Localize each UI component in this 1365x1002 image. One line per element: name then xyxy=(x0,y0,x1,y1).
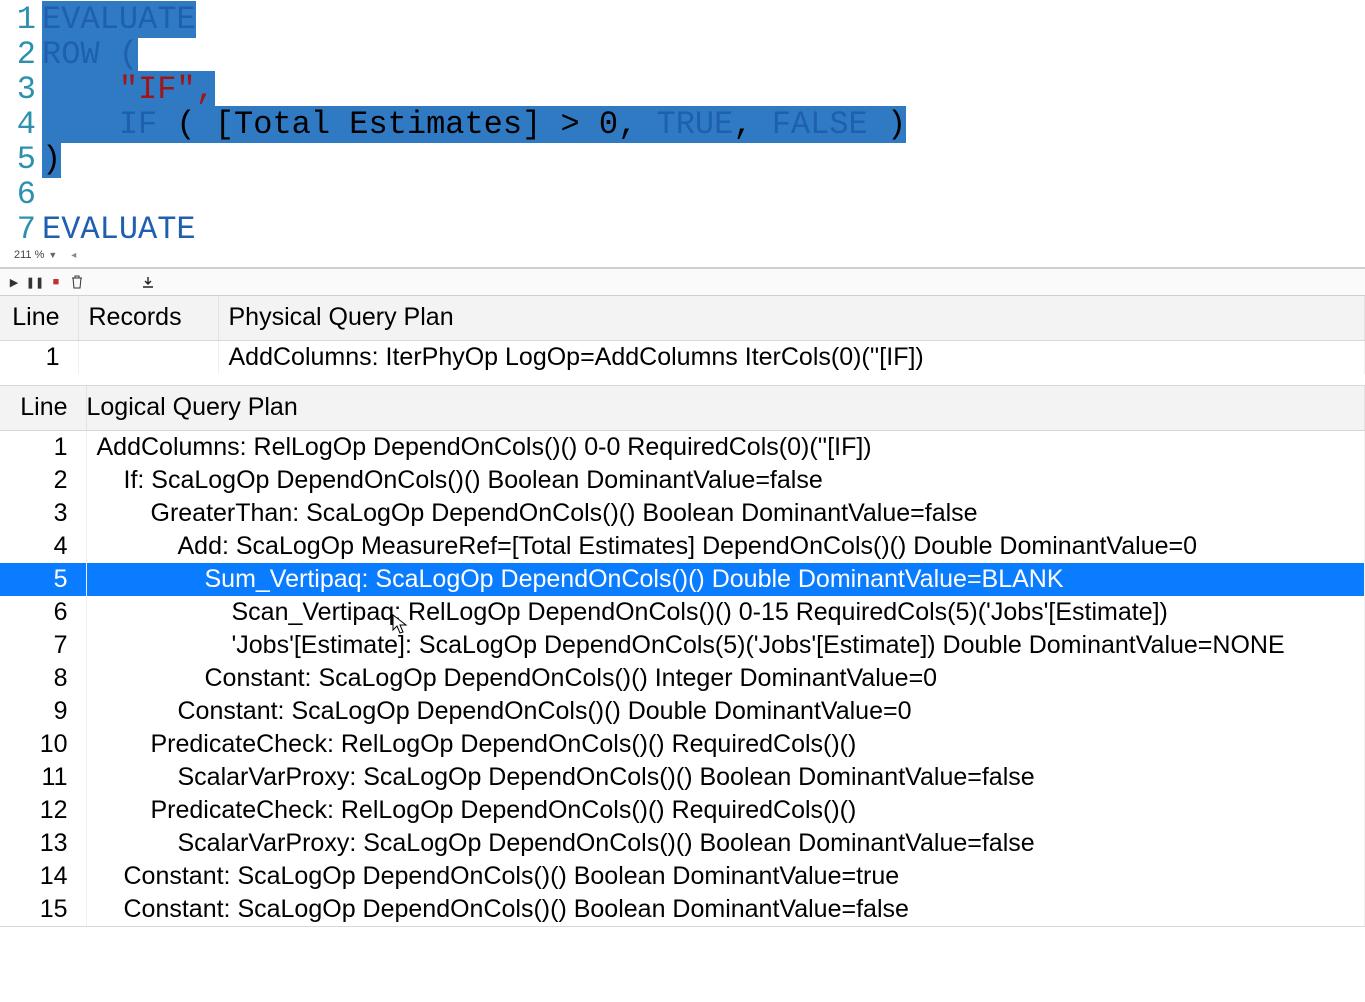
cell-plan: 'Jobs'[Estimate]: ScaLogOp DependOnCols(… xyxy=(86,629,1365,662)
cell-plan: Scan_Vertipaq: RelLogOp DependOnCols()()… xyxy=(86,596,1365,629)
logical-plan-table: Line Logical Query Plan 1AddColumns: Rel… xyxy=(0,386,1365,926)
stop-button[interactable]: ■ xyxy=(46,272,66,292)
table-row[interactable]: 6Scan_Vertipaq: RelLogOp DependOnCols()(… xyxy=(0,596,1365,629)
cell-line: 4 xyxy=(0,530,86,563)
cell-records xyxy=(78,340,218,374)
physical-plan-panel: Line Records Physical Query Plan 1 AddCol… xyxy=(0,296,1365,386)
table-row[interactable]: 13ScalarVarProxy: ScaLogOp DependOnCols(… xyxy=(0,827,1365,860)
cell-line: 5 xyxy=(0,563,86,596)
table-row[interactable]: 7'Jobs'[Estimate]: ScaLogOp DependOnCols… xyxy=(0,629,1365,662)
table-row[interactable]: 8Constant: ScaLogOp DependOnCols()() Int… xyxy=(0,662,1365,695)
table-row[interactable]: 9Constant: ScaLogOp DependOnCols()() Dou… xyxy=(0,695,1365,728)
cell-line: 10 xyxy=(0,728,86,761)
hscroll-left-icon[interactable]: ◂ xyxy=(71,250,76,261)
cell-plan: Add: ScaLogOp MeasureRef=[Total Estimate… xyxy=(86,530,1365,563)
download-button[interactable] xyxy=(138,272,158,292)
cell-line: 15 xyxy=(0,893,86,926)
col-records[interactable]: Records xyxy=(78,296,218,340)
table-row[interactable]: 11ScalarVarProxy: ScaLogOp DependOnCols(… xyxy=(0,761,1365,794)
cell-plan: Sum_Vertipaq: ScaLogOp DependOnCols()() … xyxy=(86,563,1365,596)
clear-button[interactable] xyxy=(67,272,87,292)
table-row[interactable]: 2If: ScaLogOp DependOnCols()() Boolean D… xyxy=(0,464,1365,497)
table-row[interactable]: 1AddColumns: RelLogOp DependOnCols()() 0… xyxy=(0,430,1365,464)
table-row[interactable]: 15Constant: ScaLogOp DependOnCols()() Bo… xyxy=(0,893,1365,926)
cell-line: 3 xyxy=(0,497,86,530)
cell-plan: Constant: ScaLogOp DependOnCols()() Inte… xyxy=(86,662,1365,695)
cell-line: 11 xyxy=(0,761,86,794)
logical-plan-header: Line Logical Query Plan xyxy=(0,386,1365,430)
chevron-down-icon[interactable]: ▼ xyxy=(46,250,59,260)
table-row[interactable]: 10PredicateCheck: RelLogOp DependOnCols(… xyxy=(0,728,1365,761)
editor-code[interactable]: EVALUATEROW ( "IF", IF ( [Total Estimate… xyxy=(42,2,1365,247)
cell-line: 1 xyxy=(0,430,86,464)
col-line[interactable]: Line xyxy=(0,386,86,430)
cell-plan: AddColumns: RelLogOp DependOnCols()() 0-… xyxy=(86,430,1365,464)
pause-button[interactable]: ❚❚ xyxy=(25,272,45,292)
table-row[interactable]: 3GreaterThan: ScaLogOp DependOnCols()() … xyxy=(0,497,1365,530)
col-line[interactable]: Line xyxy=(0,296,78,340)
table-row[interactable]: 5Sum_Vertipaq: ScaLogOp DependOnCols()()… xyxy=(0,563,1365,596)
cell-line: 2 xyxy=(0,464,86,497)
cell-line: 1 xyxy=(0,340,78,374)
play-button[interactable]: ▶ xyxy=(4,272,24,292)
cell-plan: ScalarVarProxy: ScaLogOp DependOnCols()(… xyxy=(86,761,1365,794)
cell-line: 13 xyxy=(0,827,86,860)
cell-line: 9 xyxy=(0,695,86,728)
dax-editor[interactable]: 1234567 EVALUATEROW ( "IF", IF ( [Total … xyxy=(0,0,1365,247)
col-plan[interactable]: Physical Query Plan xyxy=(218,296,1365,340)
physical-plan-header: Line Records Physical Query Plan xyxy=(0,296,1365,340)
cell-line: 14 xyxy=(0,860,86,893)
cell-plan: ScalarVarProxy: ScaLogOp DependOnCols()(… xyxy=(86,827,1365,860)
cell-plan: Constant: ScaLogOp DependOnCols()() Bool… xyxy=(86,893,1365,926)
table-row[interactable]: 4Add: ScaLogOp MeasureRef=[Total Estimat… xyxy=(0,530,1365,563)
cell-plan: PredicateCheck: RelLogOp DependOnCols()(… xyxy=(86,728,1365,761)
table-row[interactable]: 14Constant: ScaLogOp DependOnCols()() Bo… xyxy=(0,860,1365,893)
col-plan[interactable]: Logical Query Plan xyxy=(86,386,1365,430)
cell-line: 7 xyxy=(0,629,86,662)
table-row[interactable]: 12PredicateCheck: RelLogOp DependOnCols(… xyxy=(0,794,1365,827)
cell-line: 12 xyxy=(0,794,86,827)
zoom-label: 211 % xyxy=(14,249,44,261)
physical-plan-table: Line Records Physical Query Plan 1 AddCol… xyxy=(0,296,1365,374)
cell-plan: If: ScaLogOp DependOnCols()() Boolean Do… xyxy=(86,464,1365,497)
cell-plan: Constant: ScaLogOp DependOnCols()() Doub… xyxy=(86,695,1365,728)
cell-line: 6 xyxy=(0,596,86,629)
editor-zoom-bar: 211 % ▼ ◂ xyxy=(0,247,1365,268)
cell-plan: Constant: ScaLogOp DependOnCols()() Bool… xyxy=(86,860,1365,893)
results-toolbar: ▶ ❚❚ ■ xyxy=(0,268,1365,296)
cell-plan: GreaterThan: ScaLogOp DependOnCols()() B… xyxy=(86,497,1365,530)
cell-line: 8 xyxy=(0,662,86,695)
editor-gutter: 1234567 xyxy=(0,2,42,247)
cell-plan: PredicateCheck: RelLogOp DependOnCols()(… xyxy=(86,794,1365,827)
logical-plan-panel: Line Logical Query Plan 1AddColumns: Rel… xyxy=(0,386,1365,927)
table-row[interactable]: 1 AddColumns: IterPhyOp LogOp=AddColumns … xyxy=(0,340,1365,374)
cell-plan: AddColumns: IterPhyOp LogOp=AddColumns I… xyxy=(218,340,1365,374)
